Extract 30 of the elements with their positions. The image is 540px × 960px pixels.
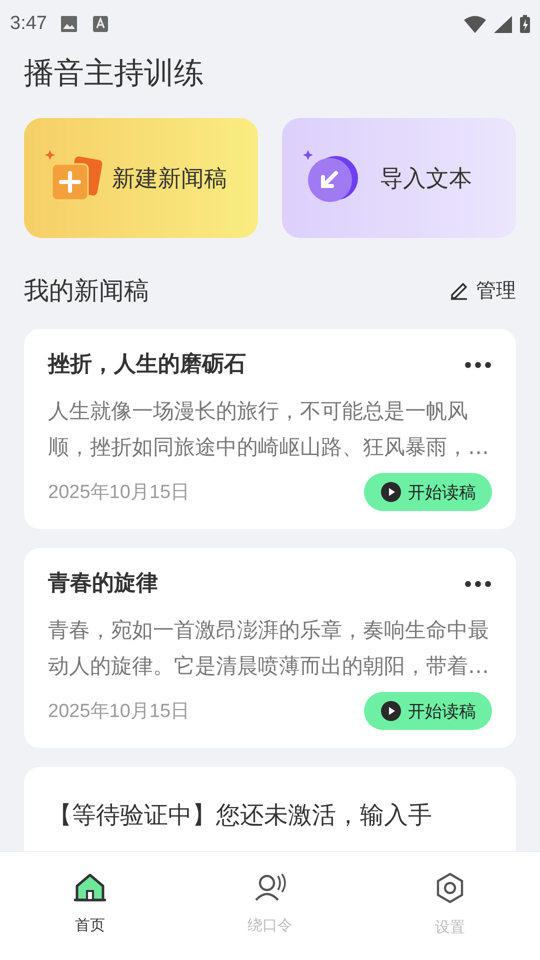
manage-button[interactable]: 管理 (448, 277, 516, 304)
tab-item[interactable]: 首页 (0, 852, 180, 960)
image-icon (60, 16, 79, 32)
settings-icon (434, 872, 466, 904)
start-reading-button[interactable]: 开始读稿 (364, 473, 492, 511)
person-sound-icon (253, 872, 287, 902)
font-icon (92, 16, 108, 32)
article-title: 挫折，人生的磨砺石 (48, 351, 247, 379)
more-icon (464, 361, 492, 369)
start-reading-button[interactable]: 开始读稿 (364, 692, 492, 730)
play-icon (381, 482, 401, 502)
more-icon (464, 580, 492, 588)
wifi-icon (464, 16, 486, 32)
status-time: 3:47 (10, 13, 47, 35)
section-title: 我的新闻稿 (24, 275, 149, 307)
article-date: 2025年10月15日 (48, 481, 191, 505)
article-excerpt: 青春，宛如一首激昂澎湃的乐章，奏响生命中最动人的旋律。它是清晨喷薄而出的朝阳，带着… (48, 617, 490, 680)
page-title: 播音主持训练 (24, 55, 205, 93)
article-card[interactable]: 挫折，人生的磨砺石 人生就像一场漫长的旅行，不可能总是一帆风顺，挫折如同旅途中的崎岖山路、狂风暴雨，… 2025年10月15日 开始读稿 (24, 329, 516, 529)
activation-notice: 【等待验证中】您还未激活，输入手 (24, 767, 516, 851)
article-excerpt: 人生就像一场漫长的旅行，不可能总是一帆风顺，挫折如同旅途中的崎岖山路、狂风暴雨，… (48, 398, 490, 461)
signal-icon (494, 16, 512, 32)
battery-icon (520, 15, 530, 33)
article-title: 青春的旋律 (48, 570, 159, 598)
article-date: 2025年10月15日 (48, 700, 191, 724)
home-icon (73, 872, 107, 902)
import-text-button[interactable]: 导入文本 (282, 118, 516, 238)
article-card[interactable]: 青春的旋律 青春，宛如一首激昂澎湃的乐章，奏响生命中最动人的旋律。它是清晨喷薄而出的朝阳，带着… 2025年10月15日 开始读稿 (24, 548, 516, 748)
new-draft-button[interactable]: 新建新闻稿 (24, 118, 258, 238)
play-icon (381, 701, 401, 721)
